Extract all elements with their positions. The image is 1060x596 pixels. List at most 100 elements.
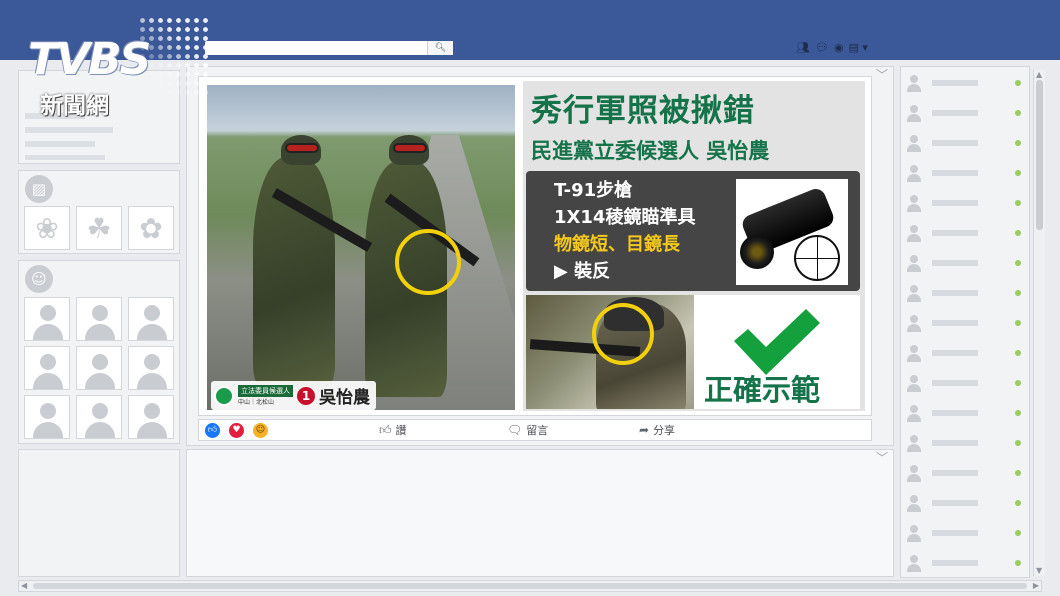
contact-row[interactable] <box>906 554 1024 574</box>
account-menu-icon[interactable]: ▤ ▾ <box>849 41 868 55</box>
post-options-chevron-icon[interactable]: ﹀ <box>876 66 888 83</box>
friends-icon[interactable]: 👥︎ <box>796 41 810 55</box>
contact-row[interactable] <box>906 254 1024 274</box>
next-post-options-chevron-icon[interactable]: ﹀ <box>876 449 888 466</box>
soldier-right-goggles <box>393 143 427 153</box>
spec-text: T-91步槍 1X14稜鏡瞄準具 物鏡短、目鏡長 ▶ 裝反 <box>554 177 695 285</box>
contact-avatar-icon <box>906 434 922 452</box>
friend-avatar[interactable] <box>76 346 122 390</box>
share-button[interactable]: ➦ 分享 <box>639 423 675 438</box>
contact-row[interactable] <box>906 494 1024 514</box>
reticle-icon <box>794 235 840 281</box>
contact-row[interactable] <box>906 104 1024 124</box>
search-icon[interactable]: 🔍︎ <box>427 41 453 55</box>
contact-row[interactable] <box>906 224 1024 244</box>
vertical-scrollbar[interactable]: ▲ ▼ <box>1033 70 1045 576</box>
online-status-icon <box>1015 320 1021 326</box>
contact-row[interactable] <box>906 374 1024 394</box>
flower-icon: ✿ <box>128 206 174 250</box>
horizontal-scroll-thumb[interactable] <box>33 583 1027 589</box>
contact-avatar-icon <box>906 314 922 332</box>
contact-row[interactable] <box>906 314 1024 334</box>
contact-avatar-icon <box>906 404 922 422</box>
friends-card: ☺ <box>18 260 180 444</box>
online-status-icon <box>1015 470 1021 476</box>
like-label: 讚 <box>395 424 407 437</box>
contact-avatar-icon <box>906 164 922 182</box>
contact-avatar-icon <box>906 464 922 482</box>
scroll-up-icon[interactable]: ▲ <box>1036 70 1042 80</box>
friends-group-icon: ☺ <box>25 265 53 293</box>
demo-highlight-circle <box>592 303 654 365</box>
post-photo[interactable]: 立法委員候選人 中山｜北松山 1 吳怡農 <box>207 85 515 410</box>
contact-row[interactable] <box>906 404 1024 424</box>
contact-avatar-icon <box>906 344 922 362</box>
online-status-icon <box>1015 200 1021 206</box>
contact-name-placeholder <box>932 470 978 476</box>
search-input[interactable]: 🔍︎ <box>205 41 453 55</box>
contact-row[interactable] <box>906 434 1024 454</box>
friend-avatar[interactable] <box>76 395 122 439</box>
online-status-icon <box>1015 140 1021 146</box>
next-post-card <box>186 449 894 577</box>
like-reaction-icon[interactable]: 👍︎ <box>205 423 220 438</box>
thumbs-up-icon: 👍︎ <box>379 423 392 437</box>
contact-avatar-icon <box>906 524 922 542</box>
contact-row[interactable] <box>906 284 1024 304</box>
scroll-right-icon[interactable]: ▶ <box>1033 581 1039 591</box>
contact-row[interactable] <box>906 194 1024 214</box>
highlight-circle <box>395 229 461 295</box>
online-status-icon <box>1015 410 1021 416</box>
love-reaction-icon[interactable]: ♥ <box>229 423 244 438</box>
contact-avatar-icon <box>906 134 922 152</box>
contact-avatar-icon <box>906 224 922 242</box>
candidate-badge: 立法委員候選人 中山｜北松山 1 吳怡農 <box>211 381 376 410</box>
contact-name-placeholder <box>932 320 978 326</box>
horizontal-scrollbar[interactable]: ◀ ▶ <box>18 580 1042 592</box>
badge-number: 1 <box>297 386 315 405</box>
contact-avatar-icon <box>906 254 922 272</box>
like-button[interactable]: 👍︎ 讚 <box>379 423 407 438</box>
badge-area: 中山｜北松山 <box>238 399 275 406</box>
infographic: 秀行軍照被揪錯 民進黨立委候選人 吳怡農 T-91步槍 1X14稜鏡瞄準具 物鏡… <box>523 81 865 411</box>
online-status-icon <box>1015 110 1021 116</box>
comment-button[interactable]: 🗨︎ 留言 <box>507 423 548 438</box>
share-icon: ➦ <box>639 423 650 437</box>
contact-row[interactable] <box>906 524 1024 544</box>
contact-row[interactable] <box>906 164 1024 184</box>
contact-name-placeholder <box>932 230 978 236</box>
subheadline: 民進黨立委候選人 吳怡農 <box>531 139 770 163</box>
scroll-left-icon[interactable]: ◀ <box>21 581 27 591</box>
friend-avatar[interactable] <box>24 346 70 390</box>
contact-name-placeholder <box>932 260 978 266</box>
friend-avatar[interactable] <box>128 395 174 439</box>
scroll-down-icon[interactable]: ▼ <box>1036 566 1042 576</box>
contact-row[interactable] <box>906 464 1024 484</box>
friend-avatar[interactable] <box>24 395 70 439</box>
contact-name-placeholder <box>932 170 978 176</box>
tvbs-logo: TVBS 新聞網 <box>28 16 212 119</box>
contact-row[interactable] <box>906 74 1024 94</box>
contact-name-placeholder <box>932 110 978 116</box>
friend-avatar[interactable] <box>76 297 122 341</box>
contact-row[interactable] <box>906 134 1024 154</box>
online-status-icon <box>1015 350 1021 356</box>
friend-avatar[interactable] <box>128 346 174 390</box>
contact-name-placeholder <box>932 290 978 296</box>
messages-icon[interactable]: 💬︎ <box>815 41 829 55</box>
haha-reaction-icon[interactable]: ☺ <box>253 423 268 438</box>
friend-avatar[interactable] <box>24 297 70 341</box>
vertical-scroll-thumb[interactable] <box>1036 80 1043 230</box>
share-label: 分享 <box>653 424 676 437</box>
correct-demo-panel: 正確示範 <box>526 295 860 409</box>
contact-name-placeholder <box>932 380 978 386</box>
contact-name-placeholder <box>932 140 978 146</box>
contact-avatar-icon <box>906 554 922 572</box>
contact-row[interactable] <box>906 344 1024 364</box>
online-status-icon <box>1015 170 1021 176</box>
contact-name-placeholder <box>932 200 978 206</box>
globe-icon[interactable]: ◉ <box>834 41 844 55</box>
spec-line-reversed: ▶ 裝反 <box>554 258 695 285</box>
contact-name-placeholder <box>932 440 978 446</box>
friend-avatar[interactable] <box>128 297 174 341</box>
